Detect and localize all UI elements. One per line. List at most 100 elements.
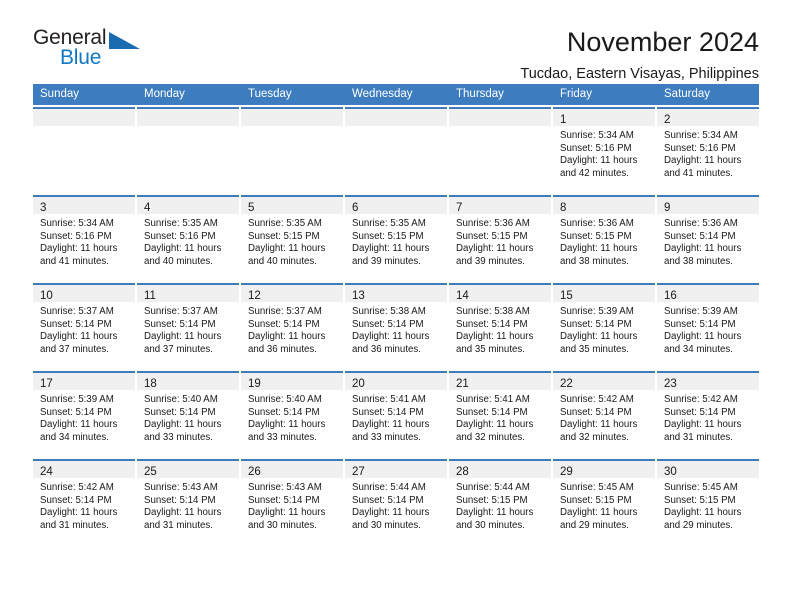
title-block: November 2024 Tucdao, Eastern Visayas, P… — [145, 27, 759, 83]
sunrise-text: Sunrise: 5:41 AM — [352, 394, 426, 405]
calendar-day-cell[interactable]: 9 Sunrise: 5:36 AM Sunset: 5:14 PM Daylight… — [657, 195, 759, 281]
day-number-band: 4 — [137, 197, 239, 214]
calendar-day-cell[interactable]: 22 Sunrise: 5:42 AM Sunset: 5:14 PM Dayligh… — [553, 371, 655, 457]
calendar-day-cell[interactable]: 4 Sunrise: 5:35 AM Sunset: 5:16 PM Daylight… — [137, 195, 239, 281]
sunrise-text: Sunrise: 5:45 AM — [560, 482, 634, 493]
calendar-day-cell[interactable]: 24 Sunrise: 5:42 AM Sunset: 5:14 PM Dayligh… — [33, 459, 135, 545]
day-number: 17 — [40, 378, 53, 390]
calendar-day-cell[interactable]: 14 Sunrise: 5:38 AM Sunset: 5:14 PM Dayligh… — [449, 283, 551, 369]
day-number: 3 — [40, 202, 47, 214]
day-number: 24 — [40, 466, 53, 478]
sunrise-text: Sunrise: 5:39 AM — [560, 306, 634, 317]
day-number: 30 — [664, 466, 677, 478]
calendar-day-cell[interactable]: 17 Sunrise: 5:39 AM Sunset: 5:14 PM Dayligh… — [33, 371, 135, 457]
sunset-text: Sunset: 5:16 PM — [664, 142, 736, 154]
day-number-band — [241, 109, 343, 126]
calendar-day-cell[interactable]: 16 Sunrise: 5:39 AM Sunset: 5:14 PM Dayligh… — [657, 283, 759, 369]
daylight-text: Daylight: 11 hours and 38 minutes. — [664, 243, 742, 267]
calendar-day-cell[interactable]: 1 Sunrise: 5:34 AM Sunset: 5:16 PM Daylight… — [553, 107, 655, 193]
calendar-day-cell[interactable]: 28 Sunrise: 5:44 AM Sunset: 5:15 PM Dayligh… — [449, 459, 551, 545]
calendar-day-cell[interactable]: 13 Sunrise: 5:38 AM Sunset: 5:14 PM Dayligh… — [345, 283, 447, 369]
day-number: 29 — [560, 466, 573, 478]
day-number: 20 — [352, 378, 365, 390]
sunrise-text: Sunrise: 5:45 AM — [664, 482, 738, 493]
calendar-week-row: 1 Sunrise: 5:34 AM Sunset: 5:16 PM Daylight… — [33, 107, 759, 193]
day-number: 26 — [248, 466, 261, 478]
day-number-band: 23 — [657, 373, 759, 390]
sunrise-text: Sunrise: 5:39 AM — [664, 306, 738, 317]
calendar-day-cell[interactable]: 5 Sunrise: 5:35 AM Sunset: 5:15 PM Daylight… — [241, 195, 343, 281]
day-number: 13 — [352, 290, 365, 302]
daylight-text: Daylight: 11 hours and 30 minutes. — [248, 507, 326, 531]
calendar-day-cell[interactable]: 29 Sunrise: 5:45 AM Sunset: 5:15 PM Dayligh… — [553, 459, 655, 545]
day-number-band: 11 — [137, 285, 239, 302]
calendar-day-cell[interactable]: 18 Sunrise: 5:40 AM Sunset: 5:14 PM Dayligh… — [137, 371, 239, 457]
daylight-text: Daylight: 11 hours and 34 minutes. — [664, 331, 742, 355]
day-number: 2 — [664, 114, 671, 126]
weekday-header-saturday: Saturday — [657, 84, 759, 105]
sunset-text: Sunset: 5:15 PM — [456, 230, 528, 242]
calendar-day-cell-empty — [241, 107, 343, 193]
calendar-day-cell[interactable]: 3 Sunrise: 5:34 AM Sunset: 5:16 PM Daylight… — [33, 195, 135, 281]
sunset-text: Sunset: 5:14 PM — [144, 406, 216, 418]
calendar-day-cell[interactable]: 26 Sunrise: 5:43 AM Sunset: 5:14 PM Dayligh… — [241, 459, 343, 545]
day-sun-info: Sunrise: 5:34 AM Sunset: 5:16 PM Daylight:… — [33, 214, 135, 268]
sunset-text: Sunset: 5:14 PM — [40, 406, 112, 418]
brand-logo[interactable]: General Blue — [33, 27, 145, 73]
day-number-band: 30 — [657, 461, 759, 478]
day-number: 16 — [664, 290, 677, 302]
calendar-day-cell[interactable]: 11 Sunrise: 5:37 AM Sunset: 5:14 PM Dayligh… — [137, 283, 239, 369]
calendar-day-cell[interactable]: 6 Sunrise: 5:35 AM Sunset: 5:15 PM Daylight… — [345, 195, 447, 281]
daylight-text: Daylight: 11 hours and 32 minutes. — [456, 419, 534, 443]
calendar-day-cell[interactable]: 10 Sunrise: 5:37 AM Sunset: 5:14 PM Dayligh… — [33, 283, 135, 369]
calendar-day-cell[interactable]: 30 Sunrise: 5:45 AM Sunset: 5:15 PM Dayligh… — [657, 459, 759, 545]
sunrise-text: Sunrise: 5:39 AM — [40, 394, 114, 405]
sunrise-text: Sunrise: 5:42 AM — [40, 482, 114, 493]
sunrise-text: Sunrise: 5:35 AM — [352, 218, 426, 229]
weekday-header-monday: Monday — [137, 84, 239, 105]
calendar-day-cell[interactable]: 7 Sunrise: 5:36 AM Sunset: 5:15 PM Daylight… — [449, 195, 551, 281]
day-number-band — [345, 109, 447, 126]
calendar-week-row: 24 Sunrise: 5:42 AM Sunset: 5:14 PM Dayligh… — [33, 459, 759, 545]
calendar-day-cell[interactable]: 19 Sunrise: 5:40 AM Sunset: 5:14 PM Dayligh… — [241, 371, 343, 457]
day-number-band: 24 — [33, 461, 135, 478]
daylight-text: Daylight: 11 hours and 34 minutes. — [40, 419, 118, 443]
day-number: 6 — [352, 202, 359, 214]
daylight-text: Daylight: 11 hours and 35 minutes. — [560, 331, 638, 355]
sunset-text: Sunset: 5:14 PM — [144, 494, 216, 506]
calendar-day-cell[interactable]: 20 Sunrise: 5:41 AM Sunset: 5:14 PM Dayligh… — [345, 371, 447, 457]
calendar-day-cell[interactable]: 2 Sunrise: 5:34 AM Sunset: 5:16 PM Daylight… — [657, 107, 759, 193]
daylight-text: Daylight: 11 hours and 31 minutes. — [40, 507, 118, 531]
calendar-day-cell[interactable]: 12 Sunrise: 5:37 AM Sunset: 5:14 PM Dayligh… — [241, 283, 343, 369]
day-sun-info: Sunrise: 5:42 AM Sunset: 5:14 PM Daylight:… — [33, 478, 135, 532]
day-sun-info: Sunrise: 5:44 AM Sunset: 5:14 PM Daylight:… — [345, 478, 447, 532]
calendar-day-cell[interactable]: 15 Sunrise: 5:39 AM Sunset: 5:14 PM Dayligh… — [553, 283, 655, 369]
day-number-band — [137, 109, 239, 126]
day-number-band: 14 — [449, 285, 551, 302]
day-number: 5 — [248, 202, 255, 214]
daylight-text: Daylight: 11 hours and 33 minutes. — [144, 419, 222, 443]
day-number: 18 — [144, 378, 157, 390]
calendar-week-row: 17 Sunrise: 5:39 AM Sunset: 5:14 PM Dayligh… — [33, 371, 759, 457]
sunrise-text: Sunrise: 5:38 AM — [456, 306, 530, 317]
day-number: 15 — [560, 290, 573, 302]
sunrise-text: Sunrise: 5:37 AM — [144, 306, 218, 317]
calendar-day-cell[interactable]: 25 Sunrise: 5:43 AM Sunset: 5:14 PM Dayligh… — [137, 459, 239, 545]
sunrise-text: Sunrise: 5:36 AM — [560, 218, 634, 229]
daylight-text: Daylight: 11 hours and 31 minutes. — [144, 507, 222, 531]
calendar-day-cell[interactable]: 21 Sunrise: 5:41 AM Sunset: 5:14 PM Dayligh… — [449, 371, 551, 457]
calendar-day-cell[interactable]: 27 Sunrise: 5:44 AM Sunset: 5:14 PM Dayligh… — [345, 459, 447, 545]
page-subtitle: Tucdao, Eastern Visayas, Philippines — [520, 66, 759, 83]
weekday-header-wednesday: Wednesday — [345, 84, 447, 105]
sunset-text: Sunset: 5:15 PM — [352, 230, 424, 242]
day-sun-info: Sunrise: 5:41 AM Sunset: 5:14 PM Daylight:… — [449, 390, 551, 444]
sunset-text: Sunset: 5:16 PM — [144, 230, 216, 242]
calendar-week-row: 10 Sunrise: 5:37 AM Sunset: 5:14 PM Dayligh… — [33, 283, 759, 369]
day-number: 21 — [456, 378, 469, 390]
calendar-day-cell[interactable]: 8 Sunrise: 5:36 AM Sunset: 5:15 PM Daylight… — [553, 195, 655, 281]
daylight-text: Daylight: 11 hours and 35 minutes. — [456, 331, 534, 355]
day-sun-info: Sunrise: 5:36 AM Sunset: 5:15 PM Daylight:… — [449, 214, 551, 268]
daylight-text: Daylight: 11 hours and 39 minutes. — [456, 243, 534, 267]
calendar-day-cell[interactable]: 23 Sunrise: 5:42 AM Sunset: 5:14 PM Dayligh… — [657, 371, 759, 457]
day-number: 9 — [664, 202, 671, 214]
